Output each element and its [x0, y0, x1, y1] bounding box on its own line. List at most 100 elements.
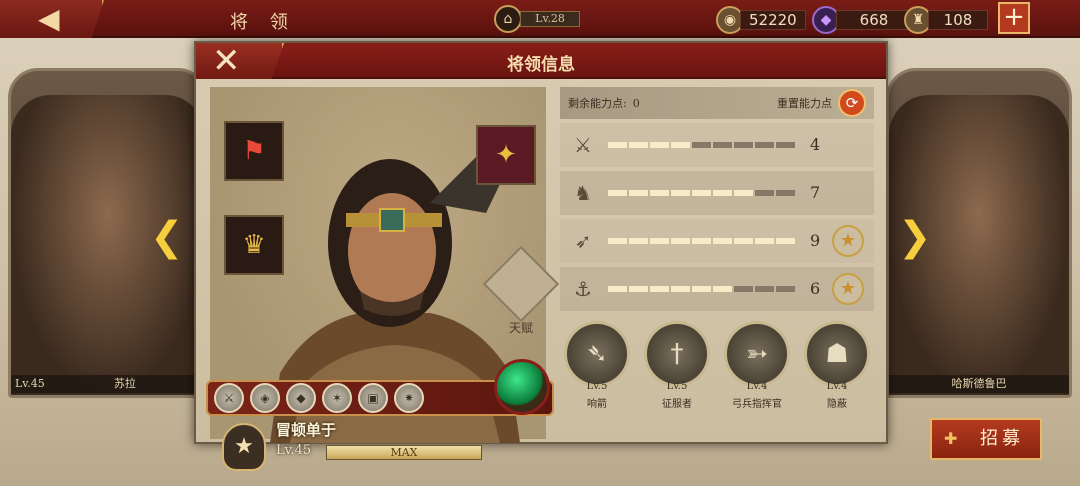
banner-item-slot[interactable]: ⚑: [224, 121, 284, 181]
reset-points-button[interactable]: ⟳: [838, 89, 866, 117]
panel-header: 将领信息 ✕: [196, 43, 886, 79]
stat-list: ⚔ 4 ♞ 7 ➶ 9 ★ ⚓ 6 ★: [560, 123, 874, 311]
banner-icon: ⚑: [242, 136, 266, 166]
equipment-item-slot[interactable]: ✦: [476, 125, 536, 185]
player-level[interactable]: ⌂ Lv.28: [494, 5, 580, 33]
stat-bar-segment: [692, 286, 711, 292]
gem-resource[interactable]: ◆ 668: [812, 6, 912, 34]
hero-portrait-area: ⚑ ♛ ✦ 天赋 ⚔ ◈ ◆ ✶ ▣ ✷ ★ 冒顿单于 Lv.45 MAX: [206, 87, 560, 471]
stat-bar-segment: [629, 142, 648, 148]
stat-bar-segment: [671, 238, 690, 244]
stat-bar: [608, 286, 795, 292]
stat-bar-segment: [629, 238, 648, 244]
skill-level: Lv.4: [746, 381, 768, 392]
helmet-resource[interactable]: ♜ 108: [904, 6, 988, 34]
helmet-item-icon: ♛: [242, 230, 266, 260]
stat-value: 6: [810, 279, 821, 298]
archer-icon: ➶: [574, 229, 592, 253]
stat-bar-segment: [755, 190, 774, 196]
stat-bar-segment: [629, 286, 648, 292]
stat-bar-segment: [608, 142, 627, 148]
stat-bar-segment: [713, 286, 732, 292]
skill-level: Lv.5: [586, 381, 608, 392]
skill-item[interactable]: ☗ Lv.4 隐蔽: [802, 321, 872, 410]
stat-bar-segment: [608, 286, 627, 292]
skill-badge[interactable]: ⚔: [214, 383, 244, 413]
stat-bar-segment: [650, 286, 669, 292]
right-hero-name: 哈斯德鲁巴: [889, 375, 1069, 393]
skill-name: 响箭: [587, 399, 607, 410]
skill-name: 弓兵指挥官: [732, 399, 782, 410]
player-level-value: Lv.28: [520, 11, 580, 27]
screen-title: 将 领: [230, 12, 296, 33]
next-hero-chevron-icon[interactable]: ❯: [898, 214, 932, 260]
left-hero-level: Lv.45: [15, 377, 45, 390]
hero-xp-bar: MAX: [326, 445, 482, 460]
stat-bar-segment: [734, 190, 753, 196]
stat-bar-segment: [692, 190, 711, 196]
stat-bar-segment: [734, 286, 753, 292]
recruit-button[interactable]: ✚ 招募: [930, 418, 1042, 460]
stat-bar-segment: [671, 286, 690, 292]
skill-name: 征服者: [662, 399, 692, 410]
emerald-gem-icon[interactable]: [494, 359, 550, 415]
stat-bar: [608, 238, 795, 244]
previous-hero-chevron-icon[interactable]: ❮: [150, 214, 184, 260]
stat-bar-segment: [608, 190, 627, 196]
skill-level: Lv.4: [826, 381, 848, 392]
navy-icon: ⚓: [574, 277, 592, 301]
stat-value: 9: [810, 231, 821, 250]
stat-bar-segment: [776, 286, 795, 292]
hero-info-panel: 将领信息 ✕ ⚑ ♛ ✦ 天赋 ⚔ ◈ ◆ ✶ ▣ ✷ ★ 冒顿单于 Lv.45…: [194, 41, 888, 471]
skill-item[interactable]: ➴ Lv.5 响箭: [562, 321, 632, 410]
coin-value: 52220: [740, 10, 806, 30]
castle-icon: ⌂: [494, 5, 522, 33]
close-icon: ✕: [212, 41, 241, 81]
coin-resource[interactable]: ◉ 52220: [716, 6, 806, 34]
gem-value: 668: [836, 10, 912, 30]
talent-button[interactable]: 天赋: [482, 245, 560, 336]
star-badge-icon[interactable]: ★: [832, 225, 864, 257]
recruit-icon: ✚: [944, 429, 962, 448]
skill-badge[interactable]: ◆: [286, 383, 316, 413]
skill-badge[interactable]: ✷: [394, 383, 424, 413]
back-button[interactable]: ◀: [0, 0, 104, 38]
helmet-item-slot[interactable]: ♛: [224, 215, 284, 275]
stat-bar-segment: [629, 190, 648, 196]
reset-points-label: 重置能力点: [777, 97, 832, 110]
add-resource-button[interactable]: +: [998, 2, 1030, 34]
stat-bar-segment: [734, 142, 753, 148]
skill-badge[interactable]: ◈: [250, 383, 280, 413]
stat-bar-segment: [671, 142, 690, 148]
stat-bar-segment: [713, 190, 732, 196]
ability-points-bar: 剩余能力点: 0 重置能力点 ⟳: [560, 87, 874, 119]
ability-panel: 剩余能力点: 0 重置能力点 ⟳ ⚔ 4 ♞ 7 ➶ 9 ★ ⚓ 6 ★: [560, 87, 874, 311]
reset-points: 重置能力点 ⟳: [777, 89, 866, 117]
stat-bar-segment: [755, 286, 774, 292]
stat-bar-segment: [713, 142, 732, 148]
skill-item[interactable]: ➳ Lv.4 弓兵指挥官: [722, 321, 792, 410]
skill-item[interactable]: † Lv.5 征服者: [642, 321, 712, 410]
stat-bar-segment: [734, 238, 753, 244]
star-badge-icon[interactable]: ★: [832, 273, 864, 305]
skill-badge[interactable]: ✶: [322, 383, 352, 413]
stat-bar-segment: [671, 190, 690, 196]
remaining-points-value: 0: [632, 96, 640, 110]
close-button[interactable]: ✕: [196, 43, 284, 79]
left-hero-name: 苏拉: [113, 377, 136, 390]
stat-bar-segment: [650, 190, 669, 196]
top-bar: ◀ 将 领 ⌂ Lv.28 ◉ 52220 ◆ 668 ♜ 108 +: [0, 0, 1080, 38]
panel-title: 将领信息: [507, 55, 575, 75]
infantry-icon: ⚔: [574, 133, 592, 157]
stat-row-cavalry: ♞ 7: [560, 171, 874, 215]
skill-badge[interactable]: ▣: [358, 383, 388, 413]
rank-shield-icon: ★: [222, 423, 266, 471]
skill-icon: ➴: [564, 321, 630, 387]
stat-bar-segment: [713, 238, 732, 244]
stat-value: 7: [810, 183, 821, 202]
left-hero-nameplate: Lv.45 苏拉: [11, 375, 205, 393]
skill-name: 隐蔽: [827, 399, 847, 410]
remaining-points-label: 剩余能力点:: [568, 97, 627, 110]
stat-bar-segment: [776, 238, 795, 244]
stat-bar-segment: [650, 238, 669, 244]
